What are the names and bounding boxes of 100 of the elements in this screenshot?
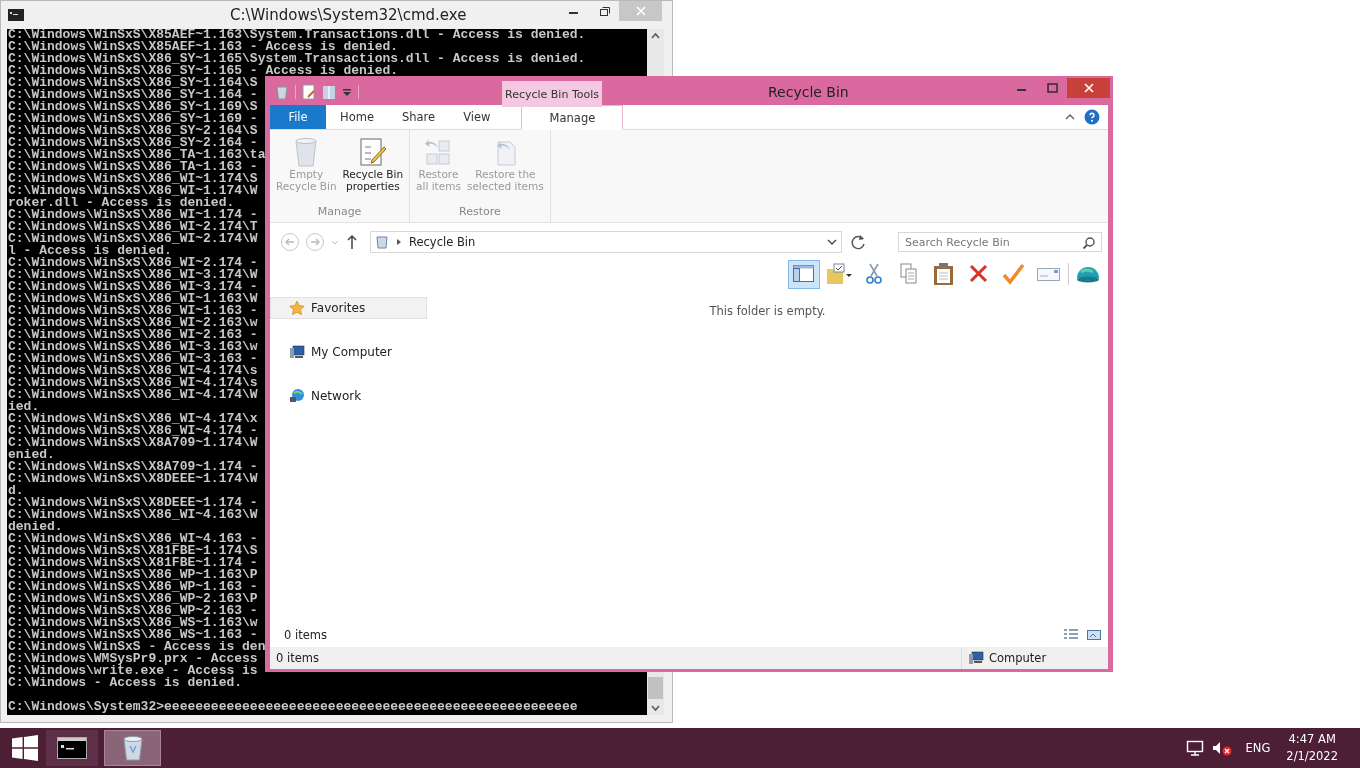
console-line: C:\Windows\WinSxS\X86_SY~1.169 - [7, 113, 258, 125]
address-bar[interactable]: Recycle Bin [370, 231, 842, 253]
console-line: roker.dll - Access is denied. [7, 197, 235, 209]
console-line: C:\Windows\WinSxS\X85AEF~1.163\System.Transactions.dll - Access is denied. [7, 29, 586, 41]
console-line: C:\Windows\WinSxS\X86_WI~3.174\W [7, 269, 258, 281]
console-line: C:\Windows\WMSysPr9.prx - Access [7, 653, 258, 665]
nav-item[interactable]: Favorites [270, 297, 427, 319]
ribbon-tab[interactable]: View [449, 105, 505, 129]
console-line: denied. [7, 521, 63, 533]
console-line: enied. [7, 449, 55, 461]
ribbon-group-label: Restore [459, 205, 501, 220]
monitor-icon[interactable] [1185, 740, 1204, 756]
close-button[interactable] [1067, 78, 1110, 98]
console-line: C:\Windows\WinSxS\X86_WP~1.163 - [7, 581, 258, 593]
volume-muted-icon[interactable] [1211, 740, 1232, 756]
console-line: C:\Windows\WinSxS\X86_WP~1.163\P [7, 569, 258, 581]
contextual-tab-header: Recycle Bin Tools [502, 81, 602, 107]
chevron-down-icon[interactable] [827, 237, 837, 247]
console-line: C:\Windows\WinSxS\X86_WI~4.174\W [7, 389, 258, 401]
console-line: C:\Windows\write.exe - Access is [7, 665, 258, 677]
console-line: C:\Windows\WinSxS\X86_WI~1.174\W [7, 185, 258, 197]
console-line: C:\Windows\WinSxS\X86_SY~1.164\S [7, 77, 258, 89]
console-line: C:\Windows\WinSxS\X8DEEE~1.174\W [7, 473, 258, 485]
empty-folder-message: This folder is empty. [709, 304, 826, 318]
large-icons-view-icon[interactable] [1086, 628, 1102, 642]
computer-icon [289, 344, 305, 360]
console-line: C:\Windows\WinSxS\X86_TA~1.163\ta [7, 149, 266, 161]
console-line: l - Access is denied. [7, 245, 172, 257]
window-title: C:\Windows\System32\cmd.exe [230, 6, 467, 24]
console-line: C:\Windows\WinSxS\X86_SY~2.164 - [7, 137, 258, 149]
console-line: C:\Windows\WinSxS\X86_WI~4.163 - [7, 533, 258, 545]
ribbon-group-label: Manage [317, 205, 362, 220]
command-prompt[interactable]: C:\Windows\System32>eeeeeeeeeeeeeeeeeeeeeeeeeeeeeeeeeeeeeeeeeeeeeeeeeeeee [7, 701, 578, 713]
console-line: C:\Windows\WinSxS\X86_WS~1.163 - [7, 629, 258, 641]
search-field[interactable]: Search Recycle Bin [898, 232, 1102, 252]
console-line: C:\Windows\WinSxS\X86_WI~2.174 - [7, 257, 258, 269]
console-line: C:\Windows\WinSxS\X86_WP~2.163\P [7, 593, 258, 605]
console-line: C:\Windows\WinSxS\X8DEEE~1.174 - [7, 497, 258, 509]
status-location: Computer [989, 651, 1047, 665]
console-icon [57, 737, 87, 759]
console-line: C:\Windows\WinSxS\X86_SY~1.164 - [7, 89, 258, 101]
console-line: C:\Windows\WinSxS\X86_SY~1.169\S [7, 101, 258, 113]
recycle-bin-icon [120, 734, 145, 762]
ribbon-tab[interactable]: Share [387, 105, 450, 129]
console-line: C:\Windows\WinSxS\X86_WI~1.174 - [7, 209, 258, 221]
console-line: C:\Windows\WinSxS\X86_WI~2.174\T [7, 221, 258, 233]
console-line: C:\Windows\WinSxS\X8A709~1.174\W [7, 437, 258, 449]
restore-icon [598, 6, 610, 16]
console-line: C:\Windows\WinSxS\X86_WI~4.174\s [7, 365, 258, 377]
close-icon [635, 6, 646, 16]
console-line: C:\Windows\WinSxS\X86_WI~4.174\x [7, 413, 258, 425]
item-count: 0 items [284, 628, 327, 642]
computer-icon [968, 651, 984, 665]
console-line: C:\Windows\WinSxS\X86_WI~4.174 - [7, 425, 258, 437]
language-indicator[interactable]: ENG [1245, 741, 1271, 755]
console-line: C:\Windows\WinSxS\X86_WI~1.163\W [7, 293, 258, 305]
ribbon-button[interactable]: Recycle Bin properties [340, 136, 406, 205]
recycle-bin-taskbar-button[interactable] [104, 730, 161, 766]
console-line: C:\Windows\WinSxS\X85AEF~1.163 - Access is denied. [7, 41, 399, 53]
console-line: C:\Windows\WinSxS\X86_WI~1.174\S [7, 173, 258, 185]
console-line: C:\Windows - Access is denied. [7, 677, 243, 689]
console-line: C:\Windows\WinSxS\X86_WI~2.163\w [7, 317, 258, 329]
console-line: C:\Windows\WinSxS\X86_SY~2.164\S [7, 125, 258, 137]
console-line: C:\Windows\WinSxS\X8A709~1.174 - [7, 461, 258, 473]
console-line: C:\Windows\WinSxS\X86_WI~3.163\w [7, 341, 258, 353]
recycle-bin-icon [375, 235, 389, 249]
console-taskbar-button[interactable] [46, 730, 98, 766]
console-line: C:\Windows\WinSxS - Access is den [7, 641, 266, 653]
start-icon[interactable] [12, 735, 38, 761]
search-icon[interactable] [1082, 236, 1096, 250]
console-icon [8, 9, 24, 21]
console-line: C:\Windows\WinSxS\X86_WS~1.163\w [7, 617, 258, 629]
star-icon [289, 300, 305, 316]
nav-item[interactable]: Network [270, 385, 427, 407]
clock[interactable]: 4:47 AM 2/1/2022 [1286, 731, 1338, 765]
properties-icon[interactable] [302, 84, 316, 100]
ribbon-tab[interactable]: Home [326, 105, 388, 129]
folder-icon [826, 262, 852, 286]
up-icon[interactable] [345, 232, 359, 252]
file-tab[interactable]: File [270, 105, 326, 129]
scroll-thumb[interactable] [648, 677, 663, 699]
ribbon-tab[interactable]: Manage [521, 105, 624, 130]
details-view-icon[interactable] [1063, 628, 1079, 642]
document-pencil-icon [357, 136, 388, 168]
breadcrumb-arrow-icon[interactable] [395, 237, 403, 247]
console-line: C:\Windows\WinSxS\X86_WI~3.174 - [7, 281, 258, 293]
help-icon[interactable] [1084, 109, 1100, 125]
console-line: C:\Windows\WinSxS\X86_WI~1.163 - [7, 305, 258, 317]
console-line: C:\Windows\WinSxS\X86_SY~1.165 - Access is denied. [7, 65, 399, 77]
pane-button[interactable] [788, 259, 820, 289]
console-line: C:\Windows\WinSxS\X86_WI~2.163 - [7, 329, 258, 341]
status-text: 0 items [275, 651, 319, 665]
console-line: ied. [7, 401, 40, 413]
console-line: C:\Windows\WinSxS\X86_WI~3.163 - [7, 353, 258, 365]
collapse-ribbon-icon[interactable] [1064, 112, 1076, 122]
nav-item[interactable]: My Computer [270, 341, 427, 363]
window-title: Recycle Bin [768, 84, 849, 100]
console-line: C:\Windows\WinSxS\X86_WI~4.174\s [7, 377, 258, 389]
console-line: C:\Windows\WinSxS\X81FBE~1.174 - [7, 557, 258, 569]
console-line: C:\Windows\WinSxS\X86_SY~1.165\System.Transactions.dll - Access is denied. [7, 53, 586, 65]
